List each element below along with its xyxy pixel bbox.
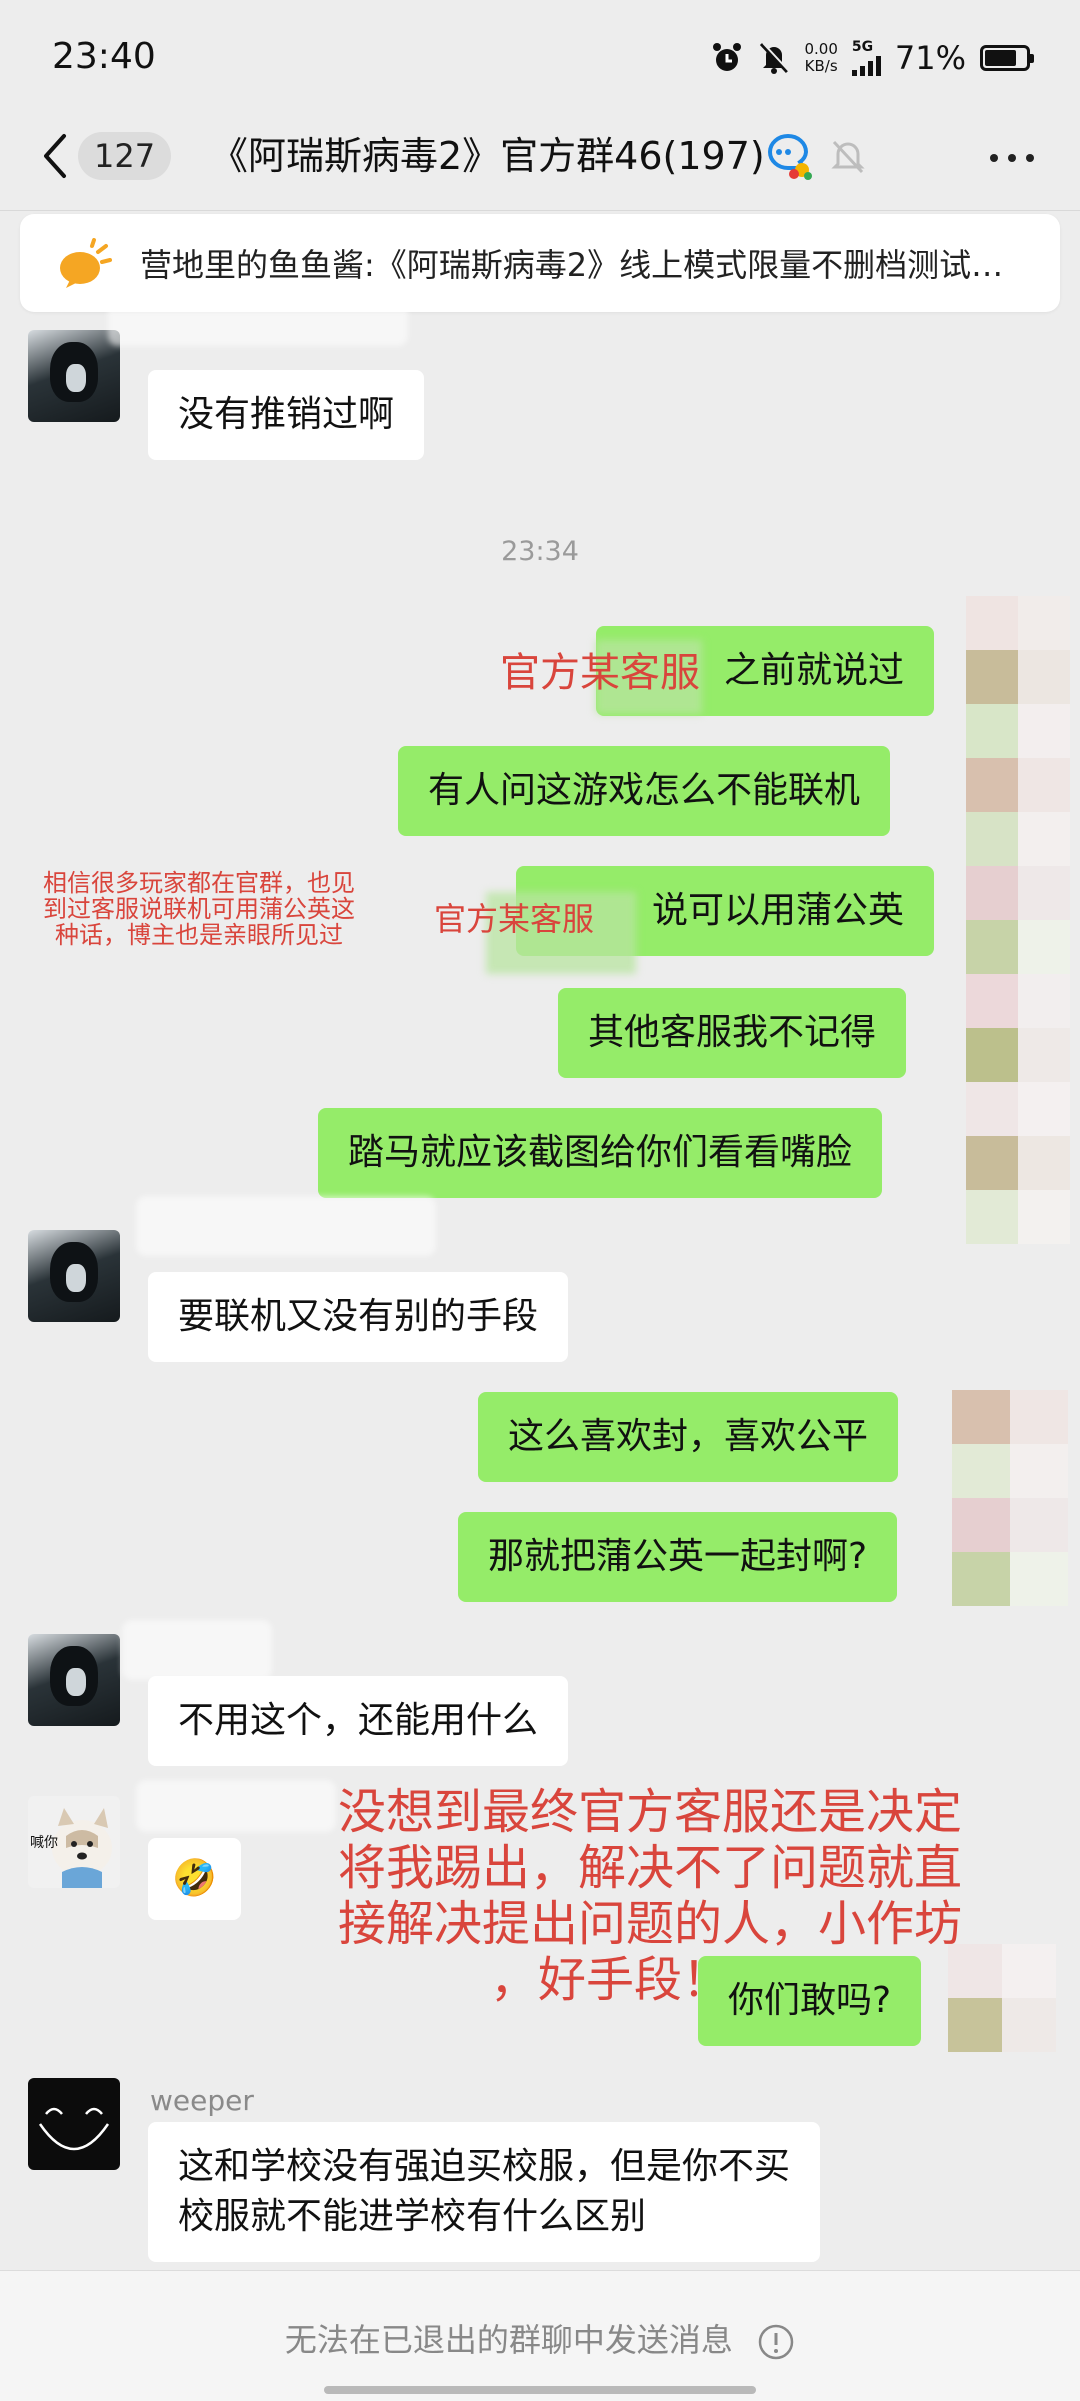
alarm-icon bbox=[713, 43, 742, 71]
message-bubble[interactable]: 要联机又没有别的手段 bbox=[148, 1272, 569, 1362]
blurred-sender-name bbox=[136, 1196, 436, 1256]
message-bubble[interactable]: 没有推销过啊 bbox=[148, 370, 425, 460]
header-divider bbox=[0, 210, 1080, 211]
net-speed-value: 0.00 bbox=[804, 40, 838, 58]
signal-indicator: 5G bbox=[851, 39, 881, 76]
sender-avatar[interactable] bbox=[28, 2078, 120, 2170]
message-bubble-outgoing[interactable]: 有人问这游戏怎么不能联机 bbox=[398, 746, 891, 836]
home-indicator[interactable] bbox=[324, 2386, 756, 2394]
blurred-sender-name bbox=[108, 294, 408, 346]
annotation-note: 相信很多玩家都在官群，也见到过客服说联机可用蒲公英这种话，博主也是亲眼所见过 bbox=[43, 869, 355, 949]
blurred-sender-name bbox=[122, 1620, 272, 1680]
info-icon[interactable] bbox=[757, 2323, 795, 2361]
disabled-input-text: 无法在已退出的群聊中发送消息 bbox=[284, 2321, 733, 2359]
annotation-line: 将我踢出，解决不了问题就直 bbox=[337, 1840, 962, 1896]
chat-title[interactable]: 《阿瑞斯病毒2》官方群46(197) bbox=[210, 128, 765, 184]
annotation-line: 接解决提出问题的人，小作坊 bbox=[337, 1896, 962, 1952]
network-type: 5G bbox=[851, 39, 874, 55]
group-chat-icon[interactable] bbox=[762, 130, 814, 182]
annotation-label: 官方某客服 bbox=[500, 650, 700, 696]
unread-count-badge[interactable]: 127 bbox=[78, 132, 172, 180]
net-speed-unit: KB/s bbox=[804, 57, 838, 75]
announcement-icon bbox=[60, 238, 112, 288]
announcement-text: 营地里的鱼鱼酱:《阿瑞斯病毒2》线上模式限量不删档测试… bbox=[140, 246, 1004, 284]
blurred-sender-name bbox=[136, 1780, 336, 1832]
battery-icon bbox=[980, 45, 1034, 71]
message-line: 这和学校没有强迫买校服，但是你不买 bbox=[178, 2146, 791, 2187]
sender-avatar[interactable] bbox=[28, 1230, 120, 1322]
message-timestamp: 23:34 bbox=[501, 536, 579, 567]
network-speed: 0.00 KB/s bbox=[804, 41, 837, 75]
smile-avatar-icon bbox=[38, 2107, 110, 2151]
self-avatar-mosaic bbox=[952, 1390, 1068, 1606]
disabled-input-notice: 无法在已退出的群聊中发送消息 bbox=[0, 2315, 1080, 2361]
battery-percent: 71% bbox=[894, 39, 966, 77]
message-bubble-outgoing[interactable]: 其他客服我不记得 bbox=[558, 988, 907, 1078]
annotation-label: 官方某客服 bbox=[434, 900, 595, 938]
sender-avatar[interactable] bbox=[28, 330, 120, 422]
message-bubble[interactable]: 这和学校没有强迫买校服，但是你不买 校服就不能进学校有什么区别 bbox=[148, 2122, 821, 2262]
status-time: 23:40 bbox=[52, 36, 156, 77]
annotation-line: 没想到最终官方客服还是决定 bbox=[337, 1784, 962, 1840]
signal-bars-icon bbox=[851, 54, 881, 76]
message-bubble-outgoing[interactable]: 踏马就应该截图给你们看看嘴脸 bbox=[318, 1108, 883, 1198]
avatar-sticker-text: 喊你 bbox=[30, 1835, 58, 1851]
mute-bell-icon bbox=[760, 42, 791, 74]
message-bubble-outgoing[interactable]: 你们敢吗? bbox=[698, 1956, 922, 2046]
message-bubble-emoji[interactable]: 🤣 bbox=[148, 1838, 241, 1920]
sender-avatar[interactable] bbox=[28, 1634, 120, 1726]
status-icons: 0.00 KB/s 5G 71% bbox=[710, 30, 1034, 86]
sender-avatar[interactable]: 喊你 bbox=[28, 1796, 120, 1888]
message-bubble-outgoing[interactable]: 这么喜欢封，喜欢公平 bbox=[478, 1392, 899, 1482]
self-avatar-mosaic bbox=[948, 1944, 1056, 2052]
sender-name: weeper bbox=[150, 2084, 254, 2117]
mute-icon bbox=[831, 140, 865, 174]
message-line: 校服就不能进学校有什么区别 bbox=[178, 2196, 647, 2237]
back-icon[interactable] bbox=[36, 130, 76, 182]
message-bubble-outgoing[interactable]: 那就把蒲公英一起封啊? bbox=[458, 1512, 898, 1602]
message-bubble[interactable]: 不用这个，还能用什么 bbox=[148, 1676, 569, 1766]
self-avatar-mosaic bbox=[966, 596, 1070, 1244]
more-options-icon[interactable] bbox=[990, 140, 1034, 176]
input-disabled-bar: 无法在已退出的群聊中发送消息 bbox=[0, 2270, 1080, 2401]
